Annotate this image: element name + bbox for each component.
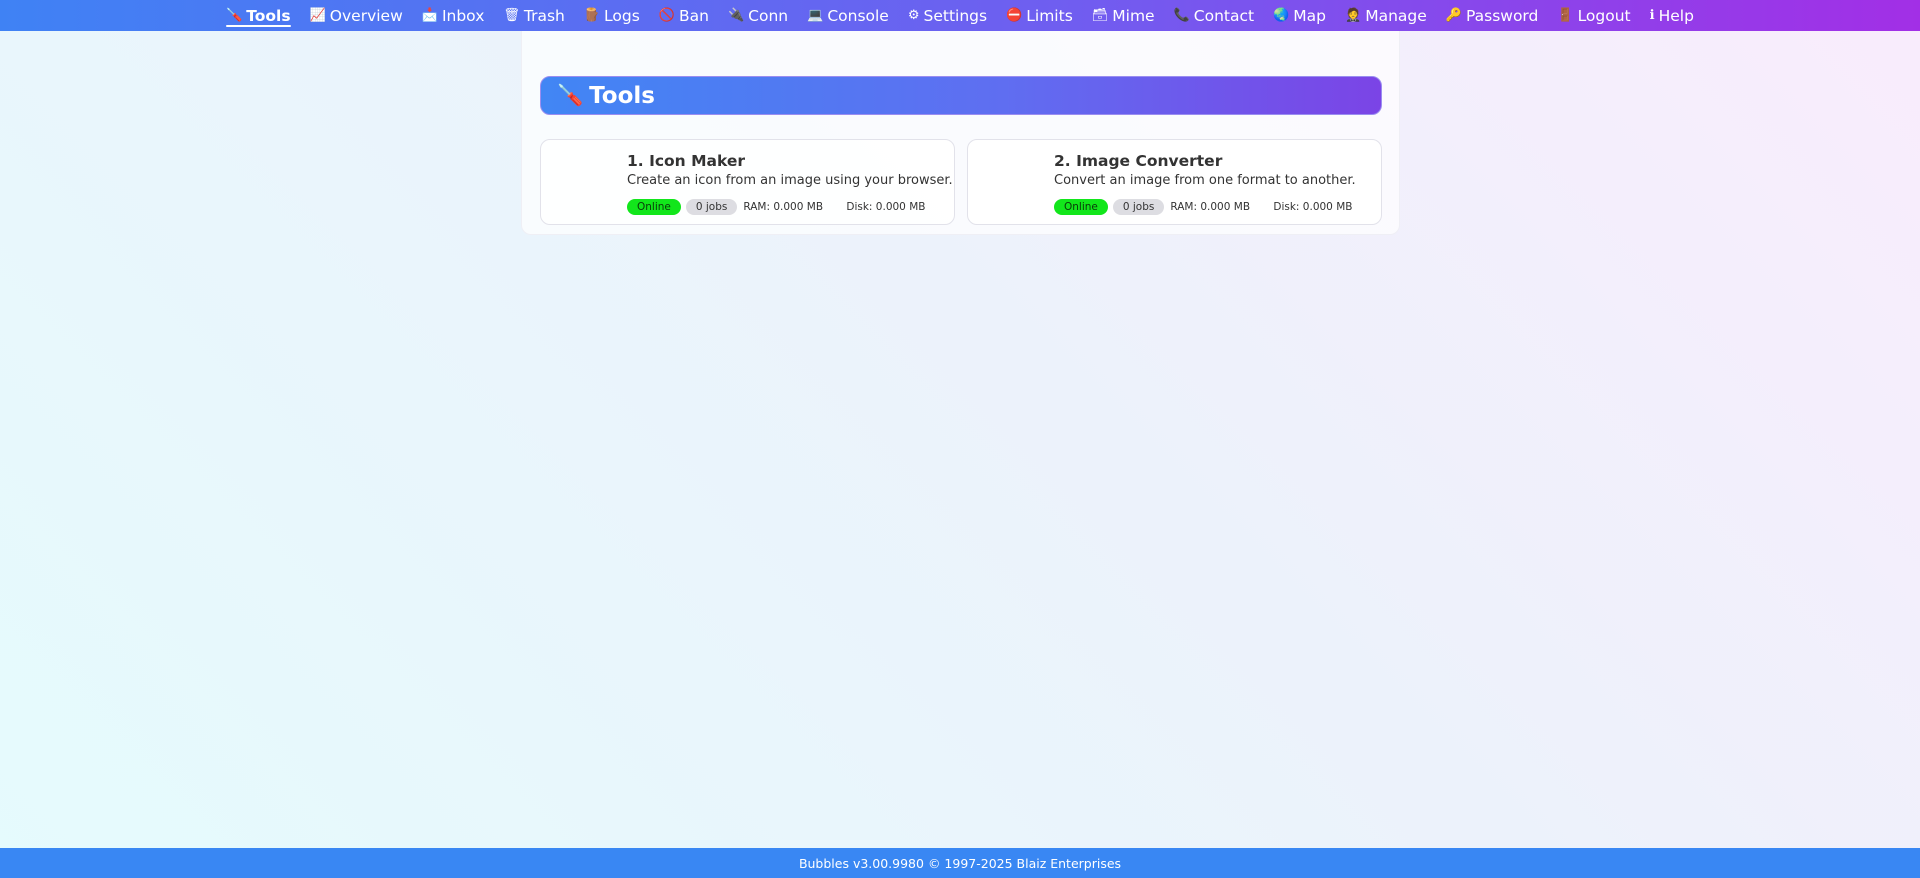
nav-label: Tools <box>246 6 291 25</box>
nav-item-logs[interactable]: 🪵 Logs <box>584 0 640 31</box>
nav-item-overview[interactable]: 📈 Overview <box>310 0 403 31</box>
tool-title: 2. Image Converter <box>1054 152 1223 170</box>
nav-item-logout[interactable]: 🚪 Logout <box>1557 0 1630 31</box>
section-title: Tools <box>589 82 655 109</box>
screwdriver-icon: 🪛 <box>557 83 584 107</box>
nav-item-help[interactable]: ℹ Help <box>1650 0 1694 31</box>
ram-usage: RAM: 0.000 MB <box>743 201 824 213</box>
file-box-icon: 🗃 <box>1091 8 1109 23</box>
nav-list: 🪛 Tools 📈 Overview 📩 Inbox 🗑 Trash 🪵 Log… <box>226 0 1694 31</box>
log-icon: 🪵 <box>583 8 601 23</box>
tool-list: 1. Icon Maker Create an icon from an ima… <box>540 139 1382 225</box>
person-icon: 🤵 <box>1345 8 1362 23</box>
gear-icon: ⚙ <box>907 8 920 23</box>
disk-usage: Disk: 0.000 MB <box>1273 201 1353 213</box>
door-icon: 🚪 <box>1557 8 1574 23</box>
nav-label: Mime <box>1112 6 1155 25</box>
nav-label: Inbox <box>441 6 485 25</box>
nav-item-ban[interactable]: 🚫 Ban <box>659 0 709 31</box>
nav-item-settings[interactable]: ⚙ Settings <box>908 0 987 31</box>
tools-panel: 🪛 Tools 1. Icon Maker Create an icon fro… <box>521 31 1400 235</box>
prohibited-icon: 🚫 <box>658 8 675 23</box>
jobs-badge: 0 jobs <box>1112 199 1165 215</box>
footer-text: Bubbles v3.00.9980 © 1997-2025 Blaiz Ent… <box>798 855 1122 871</box>
ram-usage: RAM: 0.000 MB <box>1170 201 1251 213</box>
laptop-icon: 💻 <box>807 8 824 23</box>
tool-card-icon-maker[interactable]: 1. Icon Maker Create an icon from an ima… <box>540 139 955 225</box>
nav-label: Manage <box>1365 6 1427 25</box>
nav-label: Map <box>1293 6 1327 25</box>
tool-meta: Online 0 jobs RAM: 0.000 MB Disk: 0.000 … <box>627 199 925 215</box>
nav-item-manage[interactable]: 🤵 Manage <box>1345 0 1427 31</box>
tool-meta: Online 0 jobs RAM: 0.000 MB Disk: 0.000 … <box>1054 199 1352 215</box>
disk-usage: Disk: 0.000 MB <box>846 201 926 213</box>
tool-card-image-converter[interactable]: 2. Image Converter Convert an image from… <box>967 139 1382 225</box>
nav-item-trash[interactable]: 🗑 Trash <box>503 0 564 31</box>
top-nav: 🪛 Tools 📈 Overview 📩 Inbox 🗑 Trash 🪵 Log… <box>0 0 1920 31</box>
info-icon: ℹ <box>1649 8 1655 23</box>
tool-title: 1. Icon Maker <box>627 152 746 170</box>
status-badge: Online <box>1054 199 1108 215</box>
nav-item-mime[interactable]: 🗃 Mime <box>1092 0 1155 31</box>
nav-label: Logout <box>1577 6 1631 25</box>
screwdriver-icon: 🪛 <box>226 8 243 23</box>
phone-icon: 📞 <box>1173 8 1190 23</box>
tool-description: Convert an image from one format to anot… <box>1054 173 1356 188</box>
key-icon: 🔑 <box>1445 8 1462 23</box>
nav-item-console[interactable]: 💻 Console <box>807 0 889 31</box>
plug-icon: 🔌 <box>727 8 745 23</box>
nav-label: Settings <box>923 6 988 25</box>
nav-item-tools[interactable]: 🪛 Tools <box>226 0 291 31</box>
nav-label: Overview <box>329 6 403 25</box>
envelope-icon: 📩 <box>421 8 438 23</box>
footer: Bubbles v3.00.9980 © 1997-2025 Blaiz Ent… <box>0 848 1920 878</box>
tool-description: Create an icon from an image using your … <box>627 173 953 188</box>
nav-item-password[interactable]: 🔑 Password <box>1446 0 1539 31</box>
nav-label: Console <box>827 6 889 25</box>
nav-item-limits[interactable]: ⛔ Limits <box>1006 0 1073 31</box>
no-entry-icon: ⛔ <box>1006 8 1023 23</box>
nav-label: Trash <box>523 6 565 25</box>
nav-label: Logs <box>604 6 640 25</box>
nav-label: Ban <box>679 6 709 25</box>
nav-label: Help <box>1658 6 1694 25</box>
nav-label: Contact <box>1193 6 1255 25</box>
chart-icon: 📈 <box>309 8 326 23</box>
trash-icon: 🗑 <box>503 8 520 23</box>
nav-item-inbox[interactable]: 📩 Inbox <box>422 0 485 31</box>
nav-item-contact[interactable]: 📞 Contact <box>1174 0 1255 31</box>
status-badge: Online <box>627 199 681 215</box>
nav-item-map[interactable]: 🌏 Map <box>1273 0 1326 31</box>
globe-icon: 🌏 <box>1273 8 1290 23</box>
nav-label: Password <box>1465 6 1539 25</box>
nav-label: Conn <box>748 6 789 25</box>
jobs-badge: 0 jobs <box>685 199 738 215</box>
section-header: 🪛 Tools <box>540 76 1382 115</box>
nav-label: Limits <box>1026 6 1073 25</box>
nav-item-conn[interactable]: 🔌 Conn <box>728 0 788 31</box>
